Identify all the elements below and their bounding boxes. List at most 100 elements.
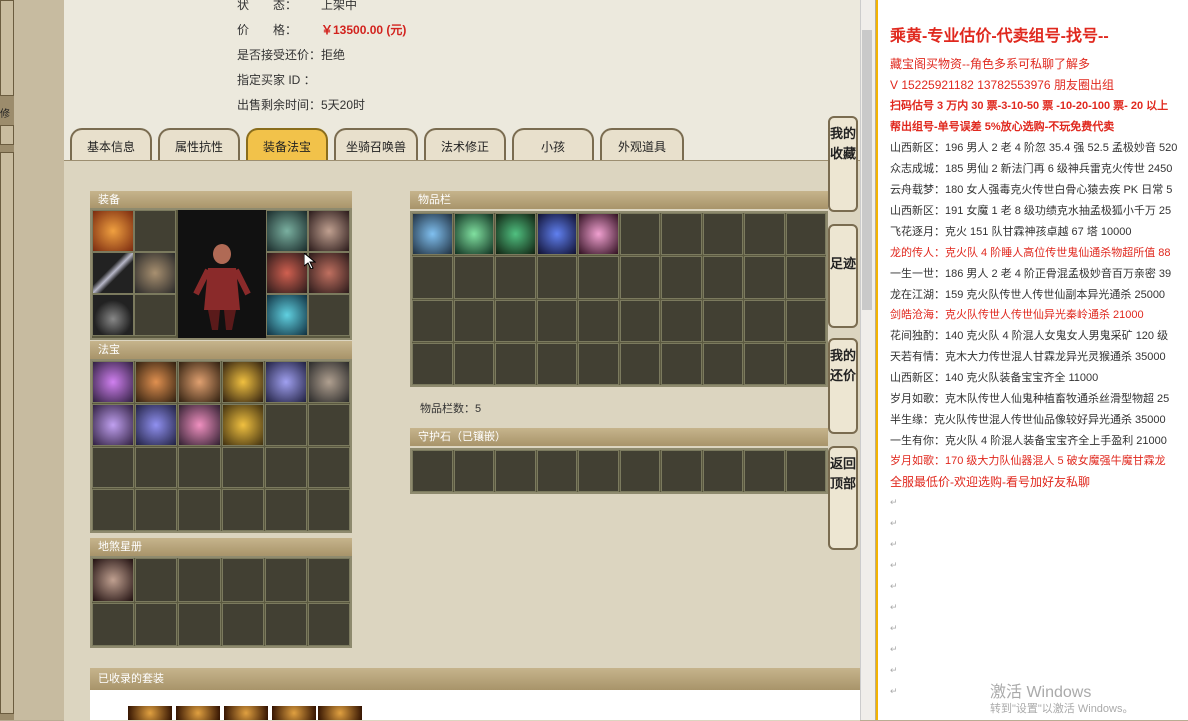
equip-slot[interactable] [266,294,308,336]
treasure-slot[interactable] [264,361,307,403]
inventory-slot[interactable] [702,213,743,256]
tab-attributes[interactable]: 属性抗性 [158,128,240,162]
treasure-slot[interactable] [307,489,350,531]
inventory-slot[interactable] [661,299,702,342]
treasure-slot[interactable] [135,361,178,403]
treasure-slot[interactable] [307,361,350,403]
album-slot[interactable] [92,602,135,646]
guard-stone-slot[interactable] [453,450,494,492]
set-icon[interactable] [176,706,220,720]
treasure-slot[interactable] [221,446,264,489]
treasure-slot[interactable] [178,489,221,531]
treasure-slot[interactable] [92,403,135,446]
inventory-slot[interactable] [453,213,494,256]
album-slot[interactable] [264,558,307,602]
guard-stone-slot[interactable] [619,450,660,492]
inventory-slot[interactable] [536,299,577,342]
guard-stone-slot[interactable] [744,450,785,492]
treasure-slot[interactable] [307,403,350,446]
inventory-slot[interactable] [412,342,453,385]
album-slot[interactable] [221,602,264,646]
inventory-slot[interactable] [495,299,536,342]
inventory-slot[interactable] [412,256,453,299]
inventory-slot[interactable] [661,213,702,256]
treasure-slot[interactable] [135,446,178,489]
guard-stone-slot[interactable] [536,450,577,492]
equip-slot[interactable] [308,210,350,252]
set-icon[interactable] [224,706,268,720]
treasure-slot[interactable] [135,403,178,446]
album-slot[interactable] [92,558,135,602]
inventory-slot[interactable] [619,299,660,342]
equip-slot[interactable] [92,252,134,294]
side-nav-favorites[interactable]: 我的收藏 [828,116,858,212]
side-nav-back-to-top[interactable]: 返回顶部 [828,446,858,550]
side-nav-footprint[interactable]: 足迹 [828,224,858,328]
inventory-slot[interactable] [578,213,619,256]
equip-slot[interactable] [92,210,134,252]
set-icon[interactable] [318,706,362,720]
guard-stone-slot[interactable] [578,450,619,492]
inventory-slot[interactable] [495,256,536,299]
inventory-slot[interactable] [536,256,577,299]
equip-slot[interactable] [266,252,308,294]
inventory-slot[interactable] [785,213,826,256]
album-slot[interactable] [264,602,307,646]
treasure-slot[interactable] [135,489,178,531]
treasure-slot[interactable] [92,361,135,403]
album-slot[interactable] [307,558,350,602]
inventory-slot[interactable] [412,299,453,342]
tab-appearance[interactable]: 外观道具 [600,128,684,162]
inventory-slot[interactable] [702,256,743,299]
inventory-slot[interactable] [453,342,494,385]
inventory-slot[interactable] [536,213,577,256]
treasure-slot[interactable] [264,489,307,531]
inventory-slot[interactable] [619,342,660,385]
inventory-slot[interactable] [661,342,702,385]
inventory-slot[interactable] [785,342,826,385]
treasure-slot[interactable] [178,403,221,446]
treasure-slot[interactable] [307,446,350,489]
side-nav-my-bargain[interactable]: 我的还价 [828,338,858,434]
inventory-slot[interactable] [412,213,453,256]
album-slot[interactable] [307,602,350,646]
treasure-slot[interactable] [178,361,221,403]
set-icon[interactable] [128,706,172,720]
treasure-slot[interactable] [221,361,264,403]
inventory-slot[interactable] [661,256,702,299]
inventory-slot[interactable] [744,256,785,299]
album-slot[interactable] [135,558,178,602]
inventory-slot[interactable] [495,342,536,385]
treasure-slot[interactable] [221,489,264,531]
equip-slot[interactable] [134,252,176,294]
inventory-slot[interactable] [744,342,785,385]
inventory-slot[interactable] [619,213,660,256]
inventory-slot[interactable] [702,299,743,342]
inventory-slot[interactable] [453,256,494,299]
treasure-slot[interactable] [264,403,307,446]
inventory-slot[interactable] [453,299,494,342]
tab-spells[interactable]: 法术修正 [424,128,506,162]
tab-equipment[interactable]: 装备法宝 [246,128,328,162]
guard-stone-slot[interactable] [495,450,536,492]
guard-stone-slot[interactable] [661,450,702,492]
inventory-slot[interactable] [536,342,577,385]
inventory-slot[interactable] [578,299,619,342]
scrollbar-thumb[interactable] [862,30,872,310]
treasure-slot[interactable] [178,446,221,489]
inventory-slot[interactable] [495,213,536,256]
inventory-slot[interactable] [702,342,743,385]
equip-slot[interactable] [92,294,134,336]
inventory-slot[interactable] [619,256,660,299]
album-slot[interactable] [178,558,221,602]
treasure-slot[interactable] [92,489,135,531]
equip-slot[interactable] [308,294,350,336]
treasure-slot[interactable] [264,446,307,489]
guard-stone-slot[interactable] [702,450,743,492]
guard-stone-slot[interactable] [412,450,453,492]
set-icon[interactable] [272,706,316,720]
guard-stone-slot[interactable] [785,450,826,492]
album-slot[interactable] [178,602,221,646]
equip-slot[interactable] [134,210,176,252]
album-slot[interactable] [135,602,178,646]
